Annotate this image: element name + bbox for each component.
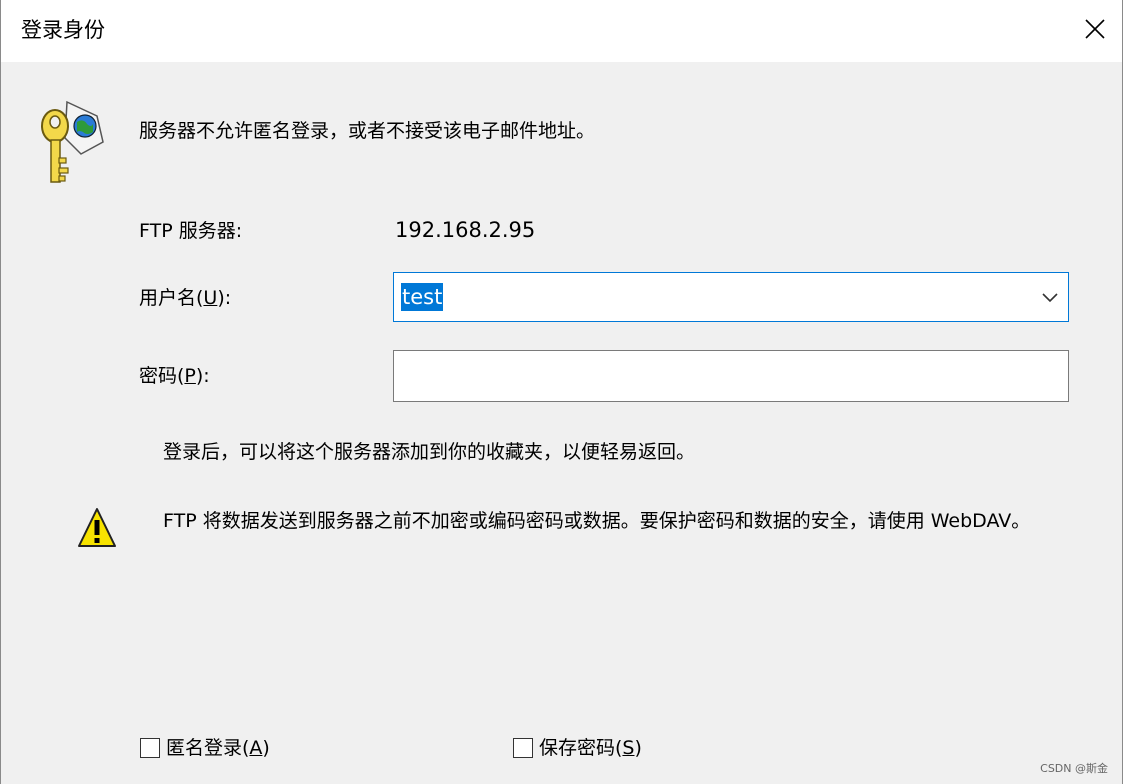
- close-icon: [1085, 19, 1105, 39]
- username-value[interactable]: test: [401, 283, 444, 311]
- title-bar: 登录身份: [1, 0, 1122, 62]
- save-password-label-prefix: 保存密码(: [539, 737, 623, 759]
- save-password-label: 保存密码(S): [539, 734, 642, 762]
- anonymous-accel-key: A: [249, 737, 263, 759]
- dialog-title: 登录身份: [21, 18, 105, 42]
- chevron-down-icon[interactable]: [1040, 287, 1060, 307]
- close-button[interactable]: [1072, 0, 1118, 58]
- username-combobox[interactable]: test: [393, 272, 1069, 322]
- anonymous-label-suffix: ): [262, 737, 270, 759]
- warning-icon: [78, 508, 116, 547]
- login-message: 服务器不允许匿名登录，或者不接受该电子邮件地址。: [139, 120, 596, 142]
- save-password-box[interactable]: [513, 738, 533, 758]
- ftp-server-value: 192.168.2.95: [395, 218, 536, 242]
- anonymous-login-checkbox[interactable]: 匿名登录(A): [140, 734, 270, 762]
- save-password-checkbox[interactable]: 保存密码(S): [513, 734, 642, 762]
- password-input[interactable]: [393, 350, 1069, 402]
- anonymous-login-label: 匿名登录(A): [166, 734, 270, 762]
- password-accel-key: P: [184, 365, 196, 387]
- username-label-prefix: 用户名(: [139, 287, 204, 309]
- watermark: CSDN @斯金: [1040, 762, 1108, 775]
- username-label-suffix: ):: [217, 287, 232, 309]
- password-label: 密码(P):: [139, 362, 210, 390]
- password-label-suffix: ):: [195, 365, 210, 387]
- security-warning-text: FTP 将数据发送到服务器之前不加密或编码密码或数据。要保护密码和数据的安全，请…: [163, 510, 1031, 532]
- anonymous-label-prefix: 匿名登录(: [166, 737, 250, 759]
- password-label-prefix: 密码(: [139, 365, 185, 387]
- ftp-server-label: FTP 服务器:: [139, 220, 243, 242]
- username-label: 用户名(U):: [139, 284, 231, 312]
- login-dialog: 登录身份 服务器不允许匿名登录，或者不接受该电子邮件地址。 FTP 服务器: 1…: [0, 0, 1123, 784]
- save-password-label-suffix: ): [634, 737, 642, 759]
- username-accel-key: U: [203, 287, 218, 309]
- key-globe-icon: [41, 100, 104, 183]
- anonymous-login-box[interactable]: [140, 738, 160, 758]
- favorites-info: 登录后，可以将这个服务器添加到你的收藏夹，以便轻易返回。: [163, 441, 696, 463]
- save-password-accel-key: S: [622, 737, 635, 759]
